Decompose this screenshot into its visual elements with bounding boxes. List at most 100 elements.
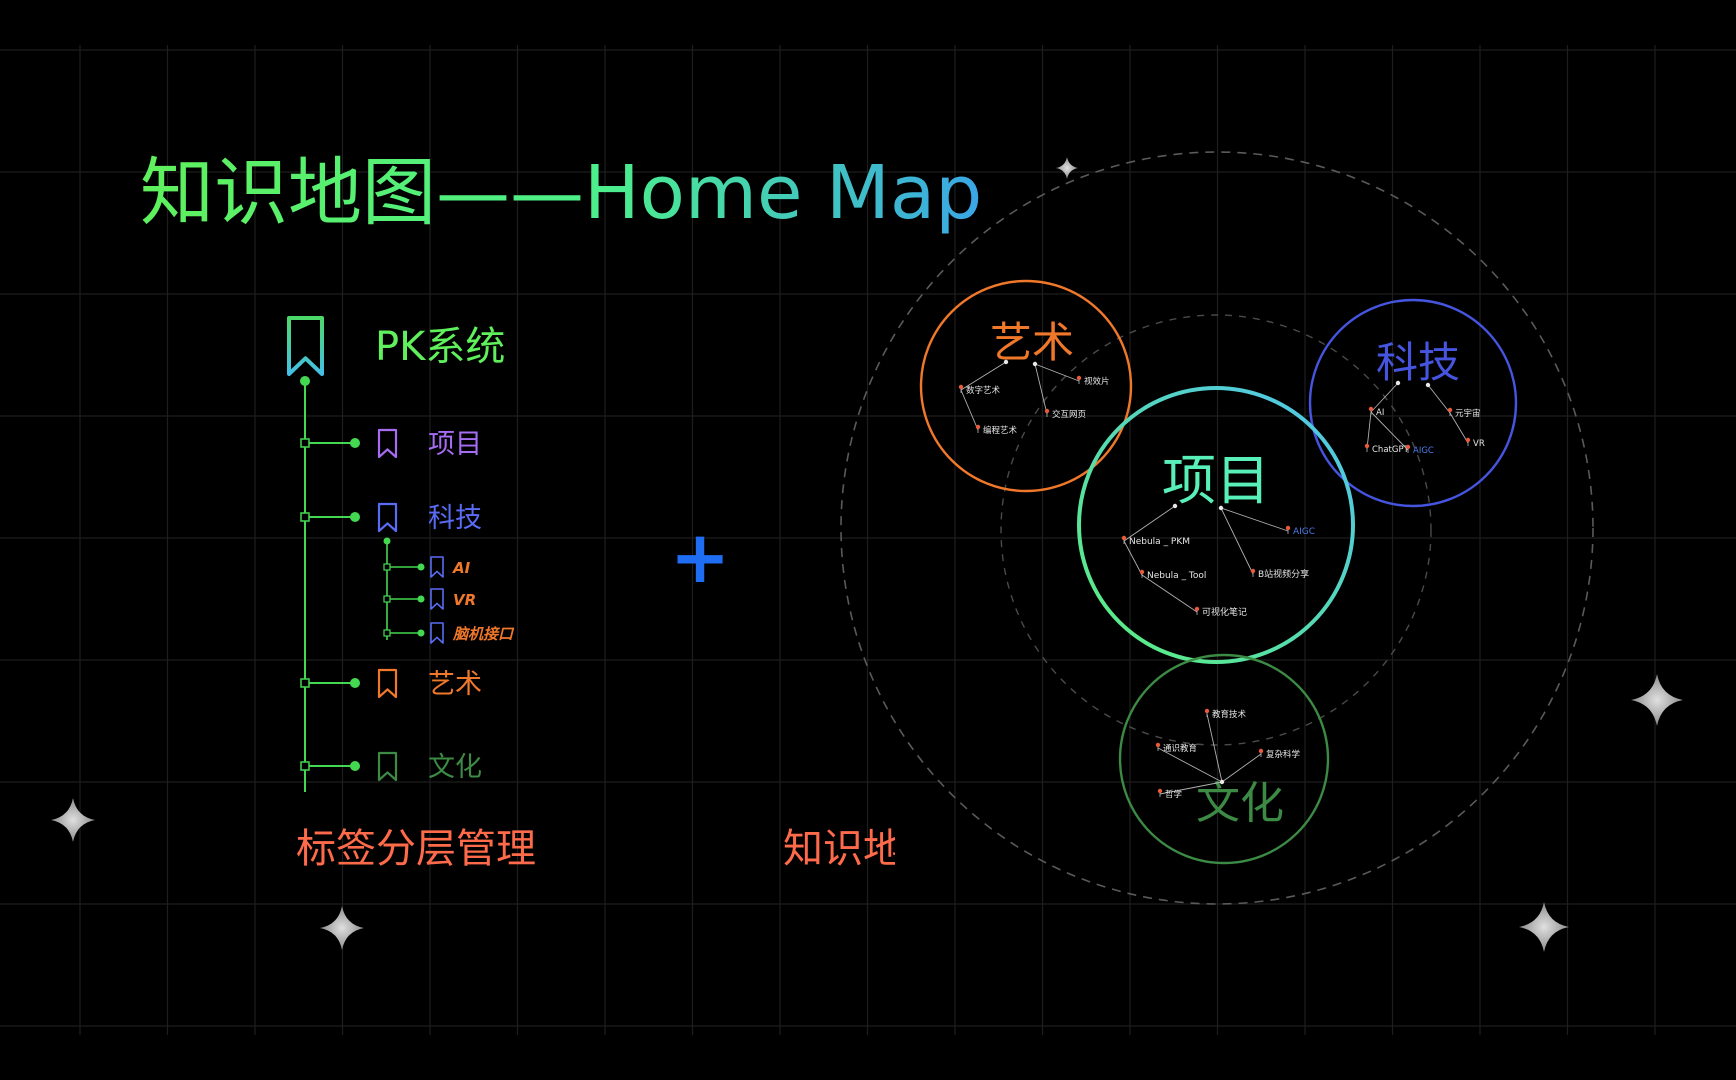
node-pin-icon	[958, 384, 964, 390]
hub-dot	[1172, 503, 1178, 509]
node-label: 哲学	[1165, 789, 1183, 800]
link-edge	[1034, 363, 1048, 415]
tree-root-label: PK系统	[375, 324, 505, 370]
tree-junction	[383, 595, 391, 603]
bookmark-icon	[377, 428, 398, 459]
cluster-title: 科技	[1376, 338, 1460, 387]
link-edge	[1220, 507, 1254, 575]
link-edge	[960, 389, 979, 431]
page-title: 知识地图——Home Map	[140, 150, 982, 236]
tree-node-dot	[350, 761, 360, 771]
bookmark-icon	[430, 588, 444, 610]
node-label: AIGC	[1293, 527, 1315, 537]
tree-node-dot	[417, 629, 425, 637]
node-pin-icon	[975, 424, 981, 430]
tree-node-dot	[417, 563, 425, 571]
link-edge	[1427, 384, 1451, 414]
tree-item-label: 科技	[428, 503, 482, 534]
node-pin-icon	[1250, 568, 1256, 574]
node-pin-icon	[1157, 788, 1163, 794]
node-pin-icon	[1076, 375, 1082, 381]
node-pin-icon	[1155, 742, 1161, 748]
sparkle-icon	[320, 906, 364, 950]
node-pin-icon	[1447, 407, 1453, 413]
tree-item-label: 文化	[428, 752, 482, 783]
link-edge	[1366, 411, 1372, 450]
tree-item-label: 项目	[428, 429, 482, 460]
node-pin-icon	[1465, 437, 1471, 443]
bookmark-icon	[377, 751, 398, 782]
map-caption: 知识地	[783, 826, 903, 872]
tree-junction	[300, 761, 310, 771]
bookmark-icon	[430, 556, 444, 578]
tree-node-dot	[350, 678, 360, 688]
node-label: 编程艺术	[983, 425, 1018, 436]
node-pin-icon	[1204, 708, 1210, 714]
hub-dot	[1218, 505, 1224, 511]
node-pin-icon	[1368, 406, 1374, 412]
link-edge	[1206, 713, 1223, 783]
tree-junction	[383, 629, 391, 637]
tree-junction	[300, 512, 310, 522]
node-label: ChatGPT	[1372, 445, 1410, 455]
tree-junction	[300, 678, 310, 688]
cluster-title: 项目	[1162, 449, 1270, 512]
cluster-ring	[1308, 298, 1518, 508]
node-label: 数字艺术	[966, 385, 1001, 396]
node-label: 视效片	[1084, 376, 1110, 387]
bookmark-icon	[377, 668, 398, 699]
node-pin-icon	[1405, 444, 1411, 450]
hub-dot	[1395, 380, 1401, 386]
bookmark-icon	[430, 622, 444, 644]
node-label: 教育技术	[1212, 709, 1247, 720]
hub-dot	[1219, 779, 1225, 785]
tree-subitem-label: 脑机接口	[452, 625, 515, 643]
plus-icon: +	[670, 515, 730, 599]
hub-dot	[1003, 359, 1009, 365]
sparkle-icon	[51, 798, 95, 842]
tree-node-dot	[417, 595, 425, 603]
bookmark-icon	[287, 316, 324, 376]
node-label: 复杂科学	[1266, 749, 1301, 760]
tree-item-label: 艺术	[428, 669, 482, 700]
node-pin-icon	[1139, 569, 1145, 575]
tree-junction	[300, 438, 310, 448]
hub-dot	[1425, 382, 1431, 388]
hub-dot	[1032, 361, 1038, 367]
cluster-title: 文化	[1196, 778, 1284, 829]
cluster-title: 艺术	[990, 318, 1074, 367]
link-edge	[1123, 505, 1176, 542]
node-pin-icon	[1044, 408, 1050, 414]
sparkle-icon	[1056, 157, 1078, 179]
tree-junction	[383, 563, 391, 571]
node-label: 通识教育	[1163, 743, 1197, 754]
inner-orbit-ring	[1000, 314, 1432, 746]
node-pin-icon	[1285, 525, 1291, 531]
cluster-ring	[1077, 386, 1355, 664]
node-label: Nebula _ Tool	[1147, 571, 1206, 581]
tree-subitem-label: VR	[453, 591, 476, 609]
node-label: 可视化笔记	[1202, 606, 1247, 618]
node-label: 元宇宙	[1455, 408, 1481, 419]
tree-subitem-label: AI	[452, 559, 471, 577]
tree-node-dot	[300, 376, 310, 386]
node-pin-icon	[1121, 535, 1127, 541]
tag-tree: PK系统项目科技 AI VR 脑机接口艺术文化	[287, 316, 515, 792]
node-label: AI	[1376, 408, 1384, 418]
bookmark-icon	[377, 502, 398, 533]
node-pin-icon	[1258, 748, 1264, 754]
node-pin-icon	[1194, 606, 1200, 612]
node-label: AIGC	[1413, 446, 1434, 456]
node-pin-icon	[1364, 443, 1370, 449]
sparkle-icon	[1519, 902, 1569, 952]
map-caption-reveal-mask	[895, 820, 925, 876]
tree-node-dot	[350, 438, 360, 448]
node-label: VR	[1473, 439, 1485, 449]
node-label: B站视频分享	[1258, 568, 1309, 580]
node-label: Nebula _ PKM	[1129, 537, 1190, 547]
tree-caption: 标签分层管理	[296, 826, 536, 872]
sparkle-icon	[1631, 674, 1683, 726]
tree-node-dot	[350, 512, 360, 522]
knowledge-map-slide: 知识地图——Home Map PK系统项目科技AIVR脑机接口艺术文化 标签分层…	[0, 45, 1736, 1035]
node-label: 交互网页	[1052, 409, 1086, 420]
